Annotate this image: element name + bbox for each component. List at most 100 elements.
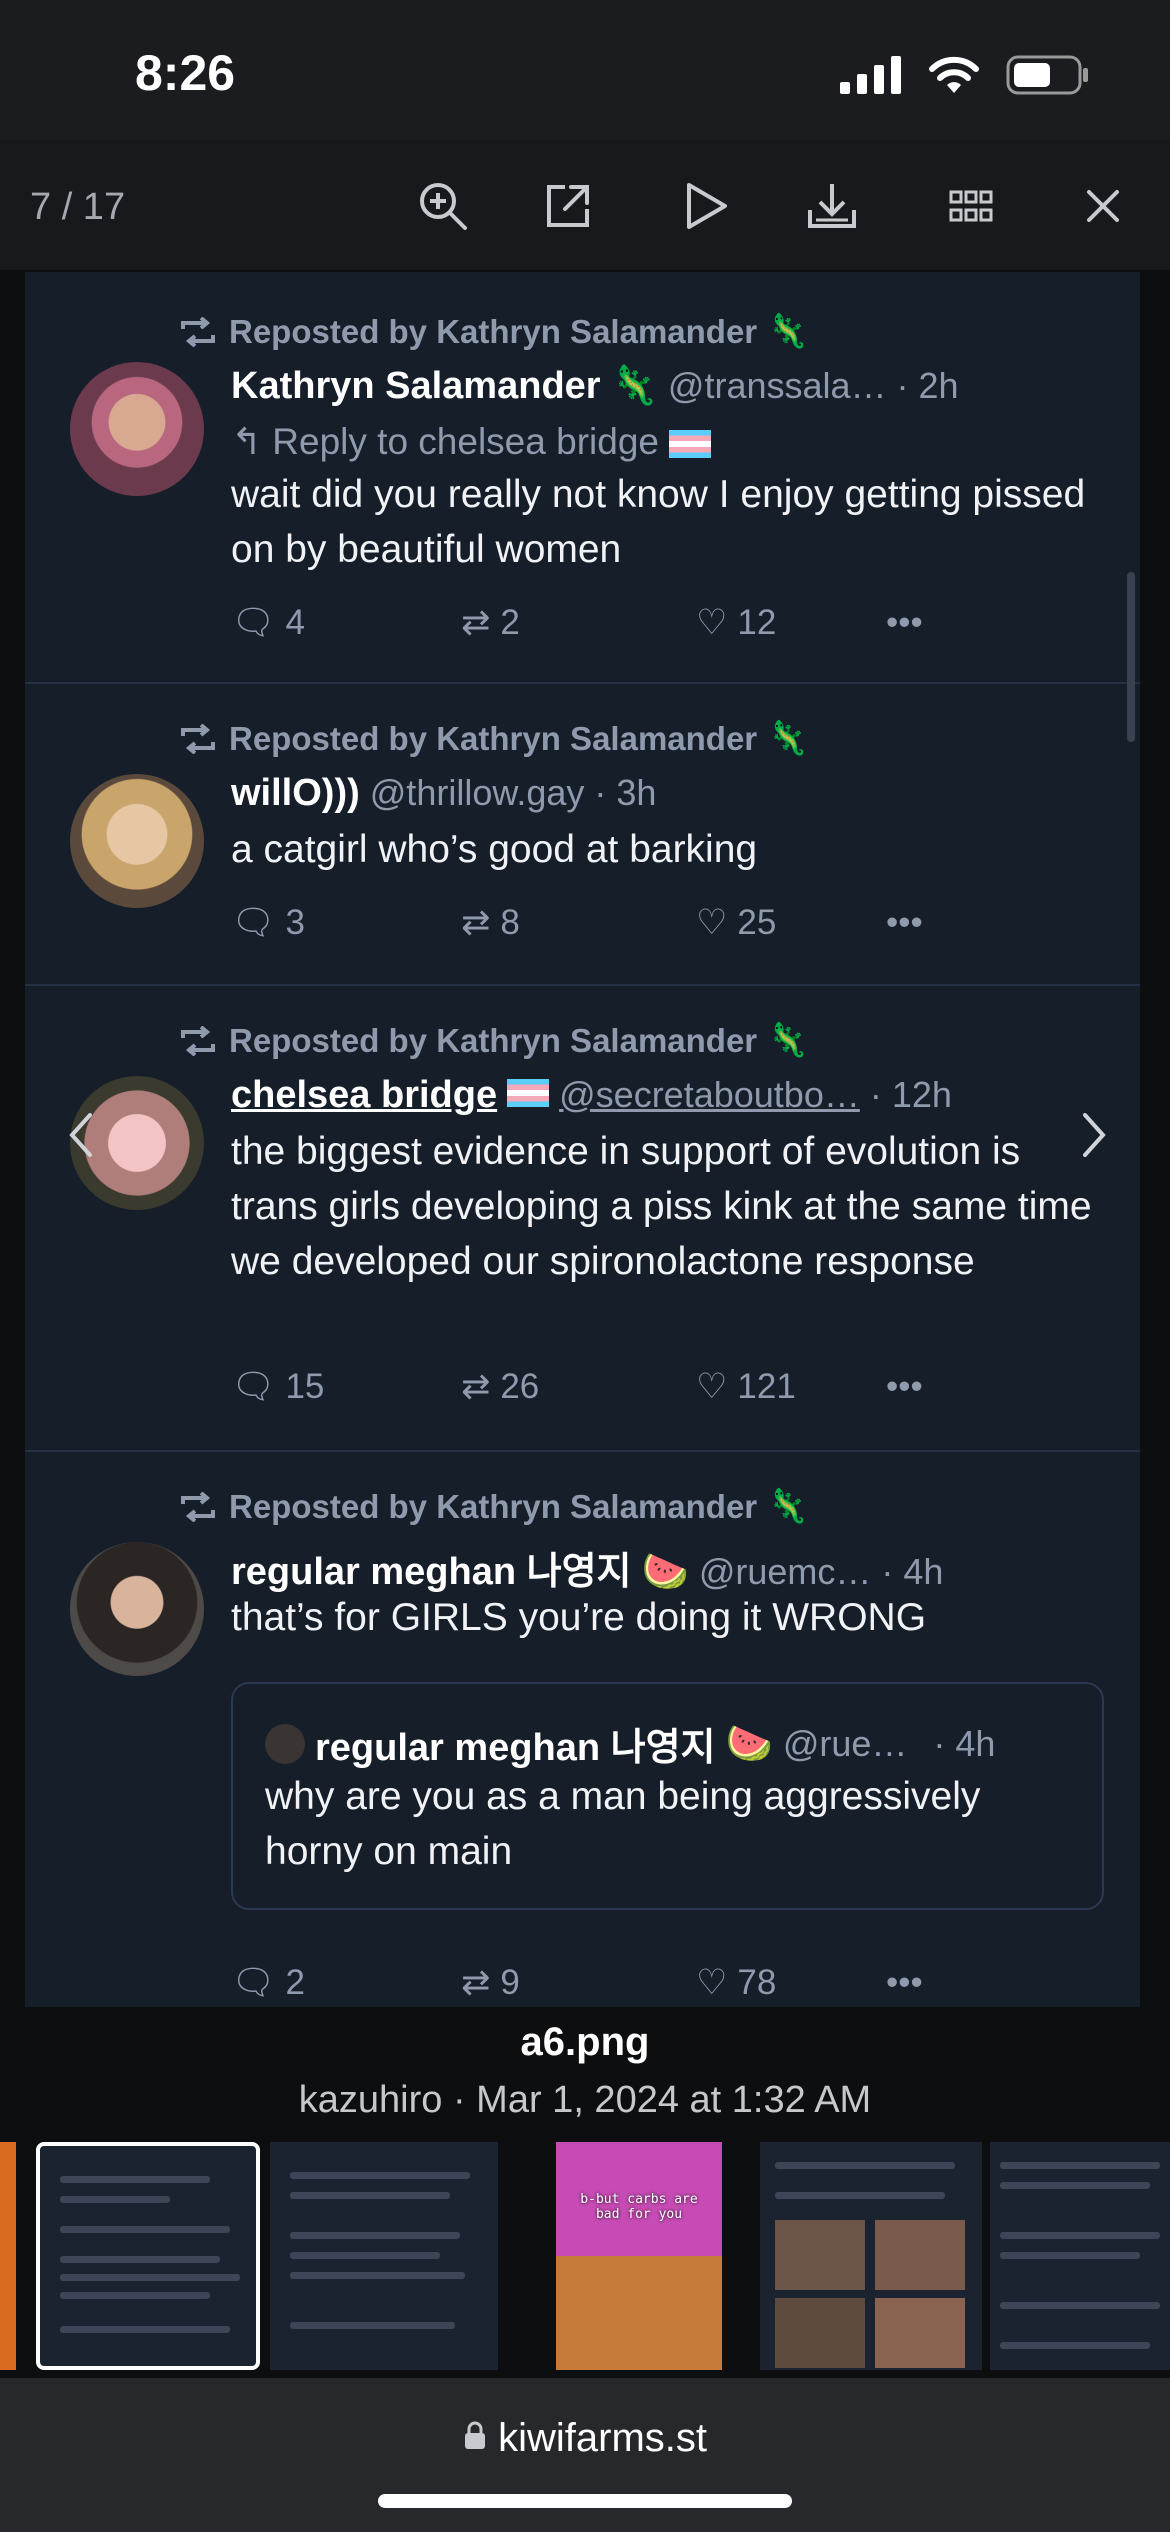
post-item[interactable]: Reposted by Kathryn Salamander 🦎 Kathryn… [25,272,1140,684]
reply-count: 3 [285,902,305,942]
post-item[interactable]: Reposted by Kathryn Salamander 🦎 regular… [25,1452,1140,2007]
post-header: regular meghan 나영지 🍉 @ruemc… · 4h [231,1540,943,1595]
thumbnail[interactable] [760,2142,982,2370]
author-handle[interactable]: @transsala… [668,365,887,407]
post-text: a catgirl who’s good at barking [231,828,758,871]
repost-button[interactable]: ⇄ 9 [461,1962,696,2003]
more-button[interactable]: ••• [886,602,923,643]
reply-button[interactable]: 🗨 2 [231,1962,461,2003]
repost-icon [181,316,215,347]
repost-label: Reposted by Kathryn Salamander 🦎 [177,719,808,758]
download-icon[interactable] [802,176,862,236]
open-external-icon[interactable] [538,176,598,236]
avatar[interactable] [70,362,204,496]
home-indicator[interactable] [378,2494,792,2508]
chevron-right-icon [1083,1113,1106,1157]
thumbnail-caption: b-but carbs are bad for you [580,2192,698,2222]
repost-count: 8 [500,902,520,942]
url-text: kiwifarms.st [498,2416,707,2460]
post-item[interactable]: Reposted by Kathryn Salamander 🦎 willO))… [25,684,1140,986]
more-icon: ••• [886,602,923,642]
author-name[interactable]: chelsea bridge [231,1074,497,1117]
watermelon-emoji-icon: 🍉 [725,1722,773,1765]
lock-icon [463,2416,498,2460]
repost-count: 26 [500,1366,540,1406]
next-image-button[interactable] [1065,1095,1125,1175]
reply-icon: ↰ [231,421,263,462]
thumbnail[interactable] [990,2142,1170,2370]
zoom-in-icon[interactable] [413,176,473,236]
repost-icon: ⇄ [461,902,491,942]
repost-text: Reposted by Kathryn Salamander [229,1487,758,1525]
repost-button[interactable]: ⇄ 2 [461,602,696,643]
author-name[interactable]: willO))) [231,772,360,815]
browser-url-bar[interactable]: kiwifarms.st [0,2378,1170,2532]
more-button[interactable]: ••• [886,1962,923,2003]
close-icon[interactable] [1073,176,1133,236]
quote-text: why are you as a man being aggressively … [265,1775,981,1873]
repost-icon: ⇄ [461,1962,491,2002]
reply-context[interactable]: ↰ Reply to chelsea bridge [231,420,712,463]
like-button[interactable]: ♡ 25 [696,902,886,943]
thumbnail[interactable] [0,2142,16,2370]
lizard-emoji-icon: 🦎 [767,719,809,756]
avatar[interactable] [70,1542,204,1676]
repost-icon [181,1491,215,1522]
author-handle[interactable]: @secretaboutbo… [559,1074,860,1116]
like-button[interactable]: ♡ 78 [696,1962,886,2003]
more-button[interactable]: ••• [886,1366,923,1407]
post-actions: 🗨 2 ⇄ 9 ♡ 78 ••• [231,1962,951,2003]
repost-count: 2 [500,602,520,642]
post-text: wait did you really not know I enjoy get… [231,473,1086,571]
heart-icon: ♡ [696,1962,728,2002]
avatar[interactable] [70,774,204,908]
caption-meta: kazuhiro · Mar 1, 2024 at 1:32 AM [298,2079,872,2121]
author-name[interactable]: regular meghan 나영지 [231,1540,632,1595]
status-icons [840,55,1090,95]
status-time: 8:26 [135,45,236,101]
post-time: · 4h [881,1551,944,1592]
repost-icon: ⇄ [461,1366,491,1406]
like-button[interactable]: ♡ 121 [696,1366,886,1407]
comment-icon: 🗨 [231,903,276,942]
repost-text: Reposted by Kathryn Salamander [229,1021,758,1059]
previous-image-button[interactable] [50,1095,110,1175]
repost-button[interactable]: ⇄ 8 [461,902,696,943]
post-time: · 3h [594,772,657,813]
post-actions: 🗨 3 ⇄ 8 ♡ 25 ••• [231,902,951,943]
thumbnail-selected[interactable] [36,2142,260,2370]
quote-post[interactable]: regular meghan 나영지 🍉 @rue… · 4h why are … [231,1682,1104,1910]
image-counter: 7 / 17 [30,186,126,228]
reply-button[interactable]: 🗨 4 [231,602,461,643]
thumbnail[interactable]: b-but carbs are bad for you [556,2142,722,2370]
thumbnail[interactable] [270,2142,498,2370]
repost-text: Reposted by Kathryn Salamander [229,719,758,757]
image-content[interactable]: Reposted by Kathryn Salamander 🦎 Kathryn… [25,272,1140,2007]
image-caption: a6.png kazuhiro · Mar 1, 2024 at 1:32 AM [0,2007,1170,2142]
repost-icon: ⇄ [461,602,491,642]
reply-button[interactable]: 🗨 15 [231,1366,461,1407]
more-button[interactable]: ••• [886,902,923,943]
author-name[interactable]: Kathryn Salamander [231,365,601,408]
scrollbar[interactable] [1127,572,1135,742]
author-handle[interactable]: @ruemc… [699,1551,872,1593]
like-count: 12 [737,602,777,642]
grid-icon[interactable] [941,176,1001,236]
like-button[interactable]: ♡ 12 [696,602,886,643]
comment-icon: 🗨 [231,1963,276,2002]
post-item[interactable]: Reposted by Kathryn Salamander 🦎 chelsea… [25,986,1140,1452]
watermelon-emoji-icon: 🍉 [641,1551,689,1593]
reply-button[interactable]: 🗨 3 [231,902,461,943]
quote-author-name: regular meghan 나영지 [315,1727,716,1769]
post-header: willO))) @thrillow.gay · 3h [231,772,656,815]
url-display[interactable]: kiwifarms.st [0,2416,1170,2461]
author-handle[interactable]: @thrillow.gay [370,772,585,814]
thumbnail-strip[interactable]: b-but carbs are bad for you [0,2142,1170,2378]
quote-avatar [265,1723,305,1764]
post-actions: 🗨 4 ⇄ 2 ♡ 12 ••• [231,602,951,643]
quote-author-handle: @rue… [782,1722,908,1764]
play-icon[interactable] [676,176,736,236]
caption-filename: a6.png [520,2020,650,2064]
repost-button[interactable]: ⇄ 26 [461,1366,696,1407]
like-count: 25 [737,902,777,942]
